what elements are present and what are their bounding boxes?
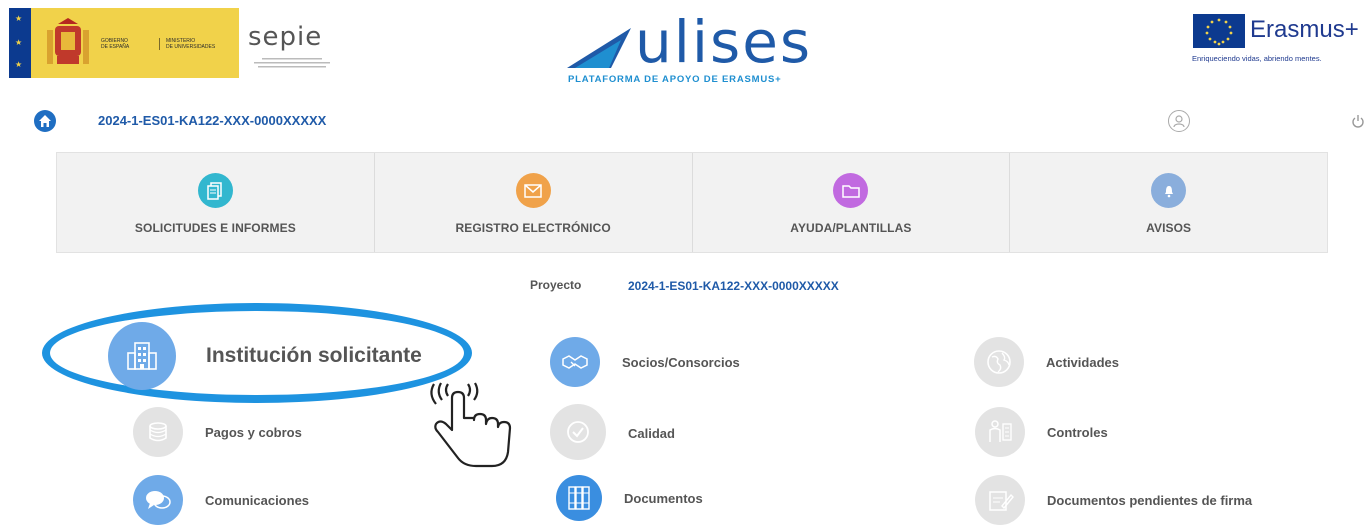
menu-comunicaciones[interactable]: Comunicaciones — [133, 475, 309, 525]
coins-icon — [133, 407, 183, 457]
erasmus-logo: Erasmus+ Enriqueciendo vidas, abriendo m… — [1192, 14, 1362, 70]
user-icon — [1173, 115, 1185, 128]
ulises-logo[interactable]: ulises PLATAFORMA DE APOYO DE ERASMUS+ — [565, 8, 855, 94]
project-label: Proyecto — [530, 278, 582, 292]
sepie-subtext-lines — [254, 58, 330, 68]
menu-label: Pagos y cobros — [205, 424, 302, 440]
building-icon — [108, 322, 176, 390]
menu-label: Documentos — [624, 490, 703, 506]
chat-bubbles-icon — [133, 475, 183, 525]
ulises-subtitle: PLATAFORMA DE APOYO DE ERASMUS+ — [568, 74, 782, 85]
main-tabs: SOLICITUDES E INFORMES REGISTRO ELECTRÓN… — [56, 152, 1328, 253]
menu-calidad[interactable]: Calidad — [550, 404, 675, 460]
gobierno-espana-logo: ★ ★ ★ GOBIERNO DE ESPAÑA MINISTERIO DE UNI… — [9, 8, 239, 78]
home-icon — [39, 115, 51, 127]
coat-of-arms-icon — [47, 18, 89, 64]
folder-icon — [833, 173, 869, 208]
menu-documentos[interactable]: Documentos — [556, 475, 703, 521]
logout-button[interactable] — [1350, 113, 1366, 129]
ulises-wordmark: ulises — [635, 8, 813, 76]
menu-actividades[interactable]: Actividades — [974, 337, 1119, 387]
menu-pagos-cobros[interactable]: Pagos y cobros — [133, 407, 302, 457]
menu-institucion-solicitante[interactable]: Institución solicitante — [108, 322, 422, 390]
sepie-logo: sepie — [240, 8, 350, 78]
home-button[interactable] — [34, 110, 56, 132]
tab-ayuda-plantillas[interactable]: AYUDA/PLANTILLAS — [693, 153, 1011, 252]
menu-label: Institución solicitante — [206, 344, 422, 367]
menu-label: Actividades — [1046, 354, 1119, 370]
menu-documentos-pendientes-firma[interactable]: Documentos pendientes de firma — [975, 475, 1252, 525]
tab-label: SOLICITUDES E INFORMES — [134, 221, 296, 235]
tap-hand-icon — [430, 382, 512, 468]
mail-icon — [515, 173, 551, 208]
sign-document-icon — [975, 475, 1025, 525]
project-code: 2024-1-ES01-KA122-XXX-0000XXXXX — [628, 279, 839, 293]
erasmus-tagline: Enriqueciendo vidas, abriendo mentes. — [1192, 54, 1322, 63]
tab-label: AYUDA/PLANTILLAS — [790, 221, 912, 235]
menu-label: Controles — [1047, 424, 1108, 440]
erasmus-wordmark: Erasmus+ — [1250, 16, 1359, 43]
binders-icon — [556, 475, 602, 521]
power-icon — [1352, 115, 1364, 128]
documents-icon — [197, 173, 233, 208]
menu-label: Documentos pendientes de firma — [1047, 492, 1253, 508]
menu-controles[interactable]: Controles — [975, 407, 1108, 457]
menu-label: Comunicaciones — [205, 492, 310, 508]
bell-icon — [1151, 173, 1187, 208]
tab-label: REGISTRO ELECTRÓNICO — [455, 221, 611, 235]
eu-stars-strip: ★ ★ ★ — [9, 8, 31, 78]
tab-registro-electronico[interactable]: REGISTRO ELECTRÓNICO — [375, 153, 693, 252]
quality-badge-icon — [550, 404, 606, 460]
inspector-icon — [975, 407, 1025, 457]
menu-label: Socios/Consorcios — [622, 354, 740, 370]
ministry-line-2: DE UNIVERSIDADES — [166, 44, 216, 50]
tab-solicitudes-informes[interactable]: SOLICITUDES E INFORMES — [57, 153, 375, 252]
ulises-arrow-icon — [567, 28, 631, 68]
tab-label: AVISOS — [1146, 221, 1192, 235]
menu-label: Calidad — [628, 426, 675, 441]
sepie-wordmark: sepie — [248, 22, 323, 52]
eu-flag-icon — [1193, 14, 1245, 48]
globe-icon — [974, 337, 1024, 387]
menu-socios-consorcios[interactable]: Socios/Consorcios — [550, 337, 740, 387]
handshake-icon — [550, 337, 600, 387]
tab-avisos[interactable]: AVISOS — [1010, 153, 1327, 252]
gov-line-2: DE ESPAÑA — [101, 44, 130, 50]
user-profile-button[interactable] — [1168, 110, 1190, 132]
project-code-nav: 2024-1-ES01-KA122-XXX-0000XXXXX — [98, 113, 327, 128]
